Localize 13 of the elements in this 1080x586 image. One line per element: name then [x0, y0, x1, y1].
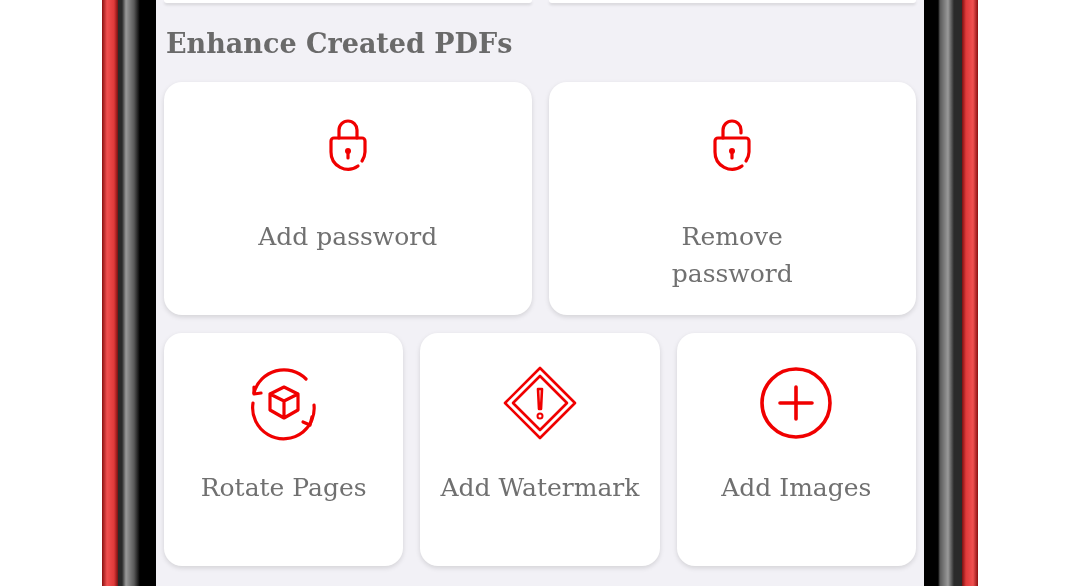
tool-label: Add Images [721, 472, 872, 504]
tool-card[interactable]: Add password [164, 82, 532, 315]
tool-card[interactable]: Rotate Pages [164, 333, 404, 566]
tool-card[interactable]: Add Images [676, 333, 916, 566]
warning-sign-icon [502, 365, 578, 441]
tool-label: Remove password [670, 221, 794, 290]
add-circle-icon [758, 365, 835, 441]
tool-label: Add Watermark [440, 472, 640, 504]
tool-card[interactable]: Add Watermark [420, 333, 660, 566]
section-title: Enhance Created PDFs [166, 27, 513, 61]
tool-label: Add password [258, 221, 438, 253]
tool-card[interactable]: Remove password [548, 82, 916, 315]
tool-label: Rotate Pages [200, 472, 367, 504]
